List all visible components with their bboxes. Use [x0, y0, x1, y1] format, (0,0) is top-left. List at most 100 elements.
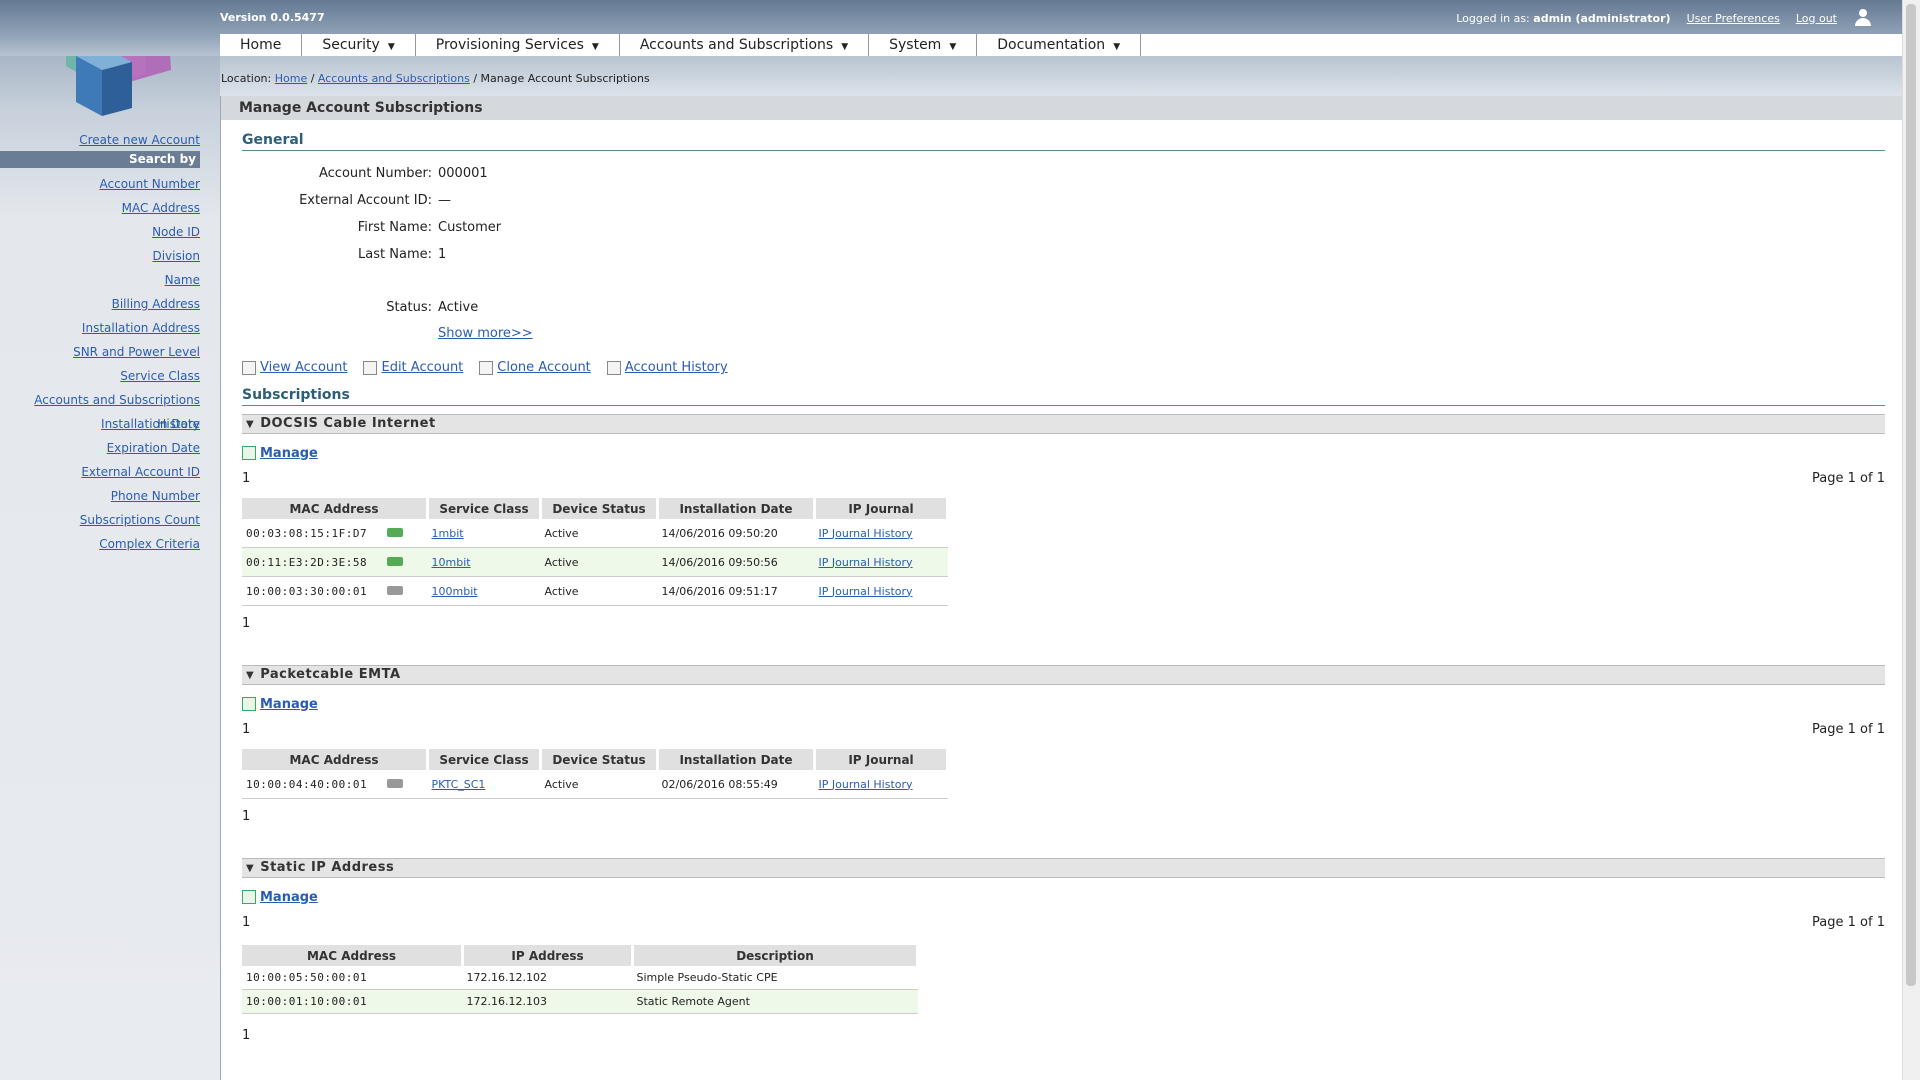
search-by-service-class[interactable]: Service Class [0, 364, 200, 388]
search-by-installation-date[interactable]: Installation Date [0, 412, 200, 436]
description-cell: Simple Pseudo-Static CPE [632, 966, 918, 990]
service-class-link[interactable]: PKTC_SC1 [432, 778, 486, 791]
subscriptions-section-title: Subscriptions [242, 385, 1885, 406]
user-box: Logged in as: admin (administrator) User… [1456, 9, 1873, 27]
column-header: IP Journal [814, 749, 949, 770]
ip-journal-link[interactable]: IP Journal History [819, 556, 913, 569]
search-by-name[interactable]: Name [0, 268, 200, 292]
column-header: Installation Date [657, 498, 816, 519]
static-ip-group: ▼ Static IP Address Manage 1 Page 1 of 1 M… [242, 858, 1885, 1048]
table-row: 10:00:01:10:00:01 172.16.12.103 Static Rem… [242, 989, 918, 1014]
ip-journal-cell: IP Journal History [814, 770, 948, 799]
account-history-icon [606, 360, 621, 375]
breadcrumb-accounts[interactable]: Accounts and Subscriptions [318, 72, 470, 85]
search-by-node-id[interactable]: Node ID [0, 220, 200, 244]
vertical-scrollbar[interactable] [1902, 0, 1920, 1080]
static-pager: Page 1 of 1 [1812, 915, 1885, 930]
ip-journal-link[interactable]: IP Journal History [819, 585, 913, 598]
device-status-cell: Active [540, 547, 658, 577]
user-icon[interactable] [1853, 9, 1873, 27]
service-class-link[interactable]: 1mbit [432, 527, 464, 540]
emta-footer-page[interactable]: 1 [242, 809, 1885, 829]
service-class-link[interactable]: 100mbit [432, 585, 478, 598]
search-by-external-account-id[interactable]: External Account ID [0, 460, 200, 484]
collapse-triangle-icon[interactable]: ▼ [246, 419, 254, 430]
search-by-installation-address[interactable]: Installation Address [0, 316, 200, 340]
installation-date-cell: 14/06/2016 09:51:17 [657, 576, 815, 606]
action-view-account[interactable]: View Account [242, 360, 347, 375]
docsis-table: MAC Address Service Class Device Status Ins… [242, 498, 949, 606]
last-name-field: Last Name: 1 [358, 247, 447, 262]
account-number-value: 000001 [438, 166, 488, 181]
show-more-link[interactable]: Show more>> [438, 326, 533, 341]
installation-date-cell: 02/06/2016 08:55:49 [657, 770, 815, 799]
emta-manage[interactable]: Manage [242, 694, 1885, 714]
docsis-manage[interactable]: Manage [242, 443, 1885, 463]
ip-journal-link[interactable]: IP Journal History [819, 778, 913, 791]
service-class-link[interactable]: 10mbit [432, 556, 471, 569]
emta-pager: Page 1 of 1 [1812, 722, 1885, 737]
emta-group: ▼ Packetcable EMTA Manage 1 Page 1 of 1 MA… [242, 665, 1885, 829]
column-header: MAC Address [242, 945, 464, 966]
static-footer-page[interactable]: 1 [242, 1028, 1885, 1048]
create-account-link[interactable]: Create new Account [0, 133, 200, 147]
emta-group-header[interactable]: ▼ Packetcable EMTA [242, 665, 1885, 685]
search-by-accounts-and-subscriptions-history[interactable]: Accounts and Subscriptions History [0, 388, 200, 431]
page-title: Manage Account Subscriptions [221, 96, 1904, 120]
breadcrumb-home[interactable]: Home [275, 72, 307, 85]
column-header: MAC Address [242, 749, 429, 770]
first-name-value: Customer [438, 220, 502, 235]
edit-account-icon [363, 360, 378, 375]
docsis-group-header[interactable]: ▼ DOCSIS Cable Internet [242, 414, 1885, 434]
table-row: 00:11:E3:2D:3E:58 10mbit Active 14/06/2016 … [242, 547, 948, 577]
collapse-triangle-icon[interactable]: ▼ [246, 670, 254, 681]
search-by-snr-and-power-level[interactable]: SNR and Power Level [0, 340, 200, 364]
static-ip-manage[interactable]: Manage [242, 887, 1885, 907]
collapse-triangle-icon[interactable]: ▼ [246, 863, 254, 874]
scrollbar-thumb[interactable] [1906, 4, 1916, 986]
table-row: 10:00:03:30:00:01 100mbit Active 14/06/2016… [242, 576, 948, 606]
nav-item-provisioning-services[interactable]: Provisioning Services ▼ [416, 34, 620, 56]
first-name-field: First Name: Customer [357, 220, 502, 235]
search-by-header: Search by [0, 151, 200, 168]
docsis-group: ▼ DOCSIS Cable Internet Manage 1 Page 1 of… [242, 414, 1885, 636]
external-id-value: — [438, 193, 451, 208]
mac-cell: 10:00:01:10:00:01 [242, 989, 463, 1014]
search-by-account-number[interactable]: Account Number [0, 172, 200, 196]
docsis-page-number[interactable]: 1 [242, 471, 250, 486]
nav-item-accounts-and-subscriptions[interactable]: Accounts and Subscriptions ▼ [620, 34, 870, 56]
action-clone-account[interactable]: Clone Account [479, 360, 591, 375]
main-nav: Home Security ▼ Provisioning Services ▼ Accou… [220, 34, 1903, 57]
column-header: Installation Date [657, 749, 816, 770]
version-label: Version 0.0.5477 [220, 11, 325, 24]
search-by-billing-address[interactable]: Billing Address [0, 292, 200, 316]
nav-item-documentation[interactable]: Documentation ▼ [977, 34, 1142, 56]
action-edit-account[interactable]: Edit Account [363, 360, 463, 375]
device-icon [387, 527, 404, 537]
search-by-mac-address[interactable]: MAC Address [0, 196, 200, 220]
table-row: 10:00:04:40:00:01 PKTC_SC1 Active 02/06/201… [242, 770, 948, 799]
column-header: Service Class [427, 749, 542, 770]
docsis-footer-page[interactable]: 1 [242, 616, 1885, 636]
nav-item-system[interactable]: System ▼ [869, 34, 978, 56]
mac-cell: 00:03:08:15:1F:D7 [242, 519, 428, 548]
static-page-number[interactable]: 1 [242, 915, 250, 930]
nav-item-home[interactable]: Home [220, 34, 303, 56]
nav-item-security[interactable]: Security ▼ [302, 34, 416, 56]
search-by-phone-number[interactable]: Phone Number [0, 484, 200, 508]
static-ip-group-header[interactable]: ▼ Static IP Address [242, 858, 1885, 878]
action-account-history[interactable]: Account History [606, 360, 728, 375]
service-class-cell: 10mbit [427, 547, 541, 577]
user-preferences-link[interactable]: User Preferences [1687, 12, 1780, 25]
search-by-division[interactable]: Division [0, 244, 200, 268]
dropdown-caret-icon: ▼ [1113, 42, 1121, 52]
device-status-cell: Active [540, 770, 658, 799]
emta-page-number[interactable]: 1 [242, 722, 250, 737]
docsis-pager: Page 1 of 1 [1812, 471, 1885, 486]
search-by-complex-criteria[interactable]: Complex Criteria [0, 532, 200, 556]
ip-journal-link[interactable]: IP Journal History [819, 527, 913, 540]
dropdown-caret-icon: ▼ [591, 42, 599, 52]
logout-link[interactable]: Log out [1796, 12, 1837, 25]
search-by-subscriptions-count[interactable]: Subscriptions Count [0, 508, 200, 532]
search-by-expiration-date[interactable]: Expiration Date [0, 436, 200, 460]
